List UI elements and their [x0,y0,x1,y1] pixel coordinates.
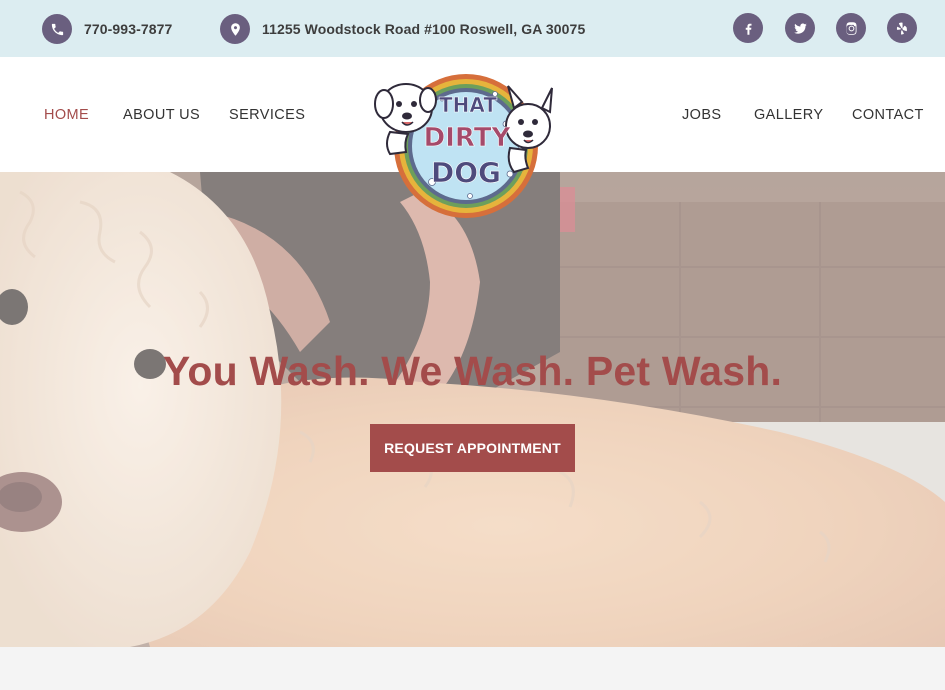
nav-home[interactable]: HOME [44,107,89,123]
yelp-icon[interactable] [887,13,917,43]
nav-jobs[interactable]: JOBS [682,107,721,123]
address-link[interactable]: 11255 Woodstock Road #100 Roswell, GA 30… [220,13,585,45]
logo-text-dog: DOG [431,156,501,189]
twitter-icon[interactable] [785,13,815,43]
hero-overlay [0,172,945,647]
logo-text-that: THAT [439,93,497,117]
nav-contact[interactable]: CONTACT [852,107,924,123]
nav-gallery[interactable]: GALLERY [754,107,823,123]
nav-about-us[interactable]: ABOUT US [123,107,200,123]
below-hero-strip [0,647,945,690]
logo-graphic: THAT DIRTY DOG [374,74,553,218]
logo-text-dirty: DIRTY [424,123,512,153]
instagram-icon[interactable] [836,13,866,43]
hero-section: You Wash. We Wash. Pet Wash. REQUEST APP… [0,172,945,647]
street-address: 11255 Woodstock Road #100 Roswell, GA 30… [262,21,586,37]
phone-icon [42,14,72,44]
facebook-icon[interactable] [733,13,763,43]
request-appointment-button[interactable]: REQUEST APPOINTMENT [370,424,575,472]
map-pin-icon [220,14,250,44]
nav-services[interactable]: SERVICES [229,107,305,123]
that-dirty-dog-logo[interactable]: THAT DIRTY DOG [370,64,560,222]
hero-title: You Wash. We Wash. Pet Wash. [162,348,783,394]
top-contact-bar: 770-993-7877 11255 Woodstock Road #100 R… [0,0,945,57]
phone-number: 770-993-7877 [84,21,173,37]
phone-link[interactable]: 770-993-7877 [42,13,172,45]
